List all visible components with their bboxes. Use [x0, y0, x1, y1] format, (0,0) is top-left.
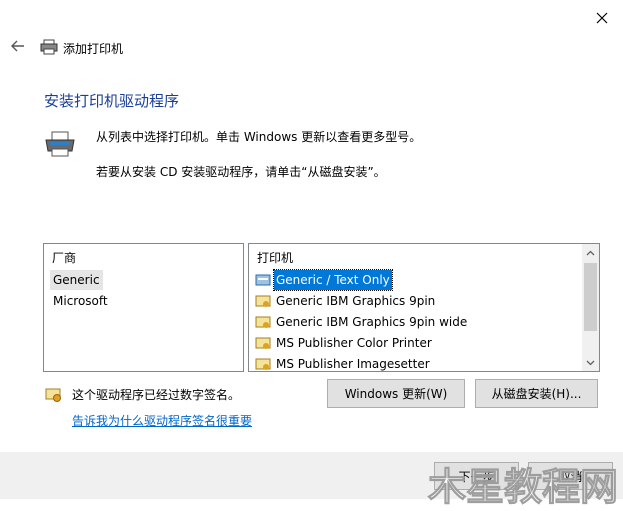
certificate-icon: [45, 387, 63, 403]
window-title: 添加打印机: [63, 42, 124, 56]
printer-item[interactable]: Generic IBM Graphics 9pin: [255, 291, 437, 311]
chevron-down-icon: [586, 360, 595, 365]
description-line-2: 若要从安装 CD 安装驱动程序，请单击“从磁盘安装”。: [96, 165, 386, 179]
printer-item-label: Generic IBM Graphics 9pin: [276, 294, 436, 308]
scroll-down-button[interactable]: [582, 354, 599, 371]
printer-item-label: Generic IBM Graphics 9pin wide: [276, 315, 468, 329]
certified-driver-icon: [255, 358, 271, 370]
back-button[interactable]: [10, 38, 30, 58]
back-arrow-icon: [11, 40, 24, 52]
printer-item-label: MS Publisher Color Printer: [276, 336, 432, 350]
page-heading: 安装打印机驱动程序: [44, 92, 180, 110]
printer-item[interactable]: MS Publisher Imagesetter: [255, 354, 432, 371]
printer-listbox[interactable]: 打印机 Generic / Text Only Generic IBM Grap…: [248, 243, 600, 372]
printer-item-label: Generic / Text Only: [273, 269, 393, 291]
printer-item-label: MS Publisher Imagesetter: [276, 357, 430, 371]
driver-signing-link[interactable]: 告诉我为什么驱动程序签名很重要: [72, 412, 252, 429]
certified-driver-icon: [255, 337, 271, 349]
signed-driver-text: 这个驱动程序已经过数字签名。: [72, 388, 241, 402]
close-icon: [596, 12, 608, 24]
printer-item[interactable]: MS Publisher Color Printer: [255, 333, 434, 353]
printer-header: 打印机: [257, 251, 294, 265]
manufacturer-listbox[interactable]: 厂商 Generic Microsoft: [43, 243, 244, 372]
chevron-up-icon: [586, 250, 595, 255]
printer-list-scrollbar[interactable]: [582, 244, 599, 371]
watermark: 木星教程网: [427, 465, 619, 510]
scroll-up-button[interactable]: [582, 244, 599, 261]
scroll-thumb[interactable]: [584, 263, 597, 331]
windows-update-button[interactable]: Windows 更新(W): [327, 379, 465, 408]
have-disk-button[interactable]: 从磁盘安装(H)...: [475, 379, 598, 408]
printer-item[interactable]: Generic IBM Graphics 9pin wide: [255, 312, 469, 332]
certified-driver-icon: [255, 295, 271, 307]
printer-icon: [40, 39, 58, 55]
description-line-1: 从列表中选择打印机。单击 Windows 更新以查看更多型号。: [96, 130, 422, 144]
certified-driver-icon: [255, 316, 271, 328]
manufacturer-item-generic[interactable]: Generic: [50, 270, 103, 290]
manufacturer-item-microsoft[interactable]: Microsoft: [50, 291, 111, 311]
printer-item[interactable]: Generic / Text Only: [255, 269, 393, 291]
driver-icon: [255, 274, 271, 286]
printer-large-icon: [44, 131, 76, 157]
manufacturer-header: 厂商: [52, 251, 77, 265]
close-button[interactable]: [592, 8, 612, 28]
